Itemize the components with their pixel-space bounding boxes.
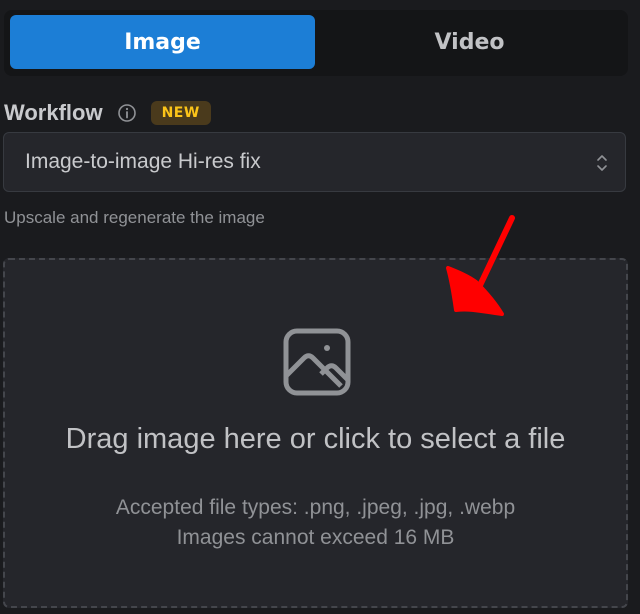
workflow-select-value: Image-to-image Hi-res fix (25, 150, 261, 173)
workflow-select[interactable]: Image-to-image Hi-res fix (3, 132, 626, 192)
tab-video[interactable]: Video (317, 15, 622, 69)
file-size-limit: Images cannot exceed 16 MB (176, 526, 455, 549)
workflow-header: Workflow NEW (4, 98, 211, 128)
dropzone-title: Drag image here or click to select a fil… (65, 423, 566, 455)
workflow-label: Workflow (4, 100, 103, 125)
generation-panel: Image Video Workflow NEW Image-to-image … (0, 0, 640, 614)
photo-icon (283, 328, 351, 396)
selector-chevrons-icon (597, 155, 607, 171)
workflow-description: Upscale and regenerate the image (4, 208, 265, 227)
info-circle-icon[interactable] (117, 103, 137, 123)
new-badge: NEW (150, 101, 211, 125)
media-type-tabs: Image Video (4, 10, 628, 76)
image-dropzone[interactable]: Drag image here or click to select a fil… (3, 258, 628, 608)
accepted-file-types: Accepted file types: .png, .jpeg, .jpg, … (115, 496, 516, 519)
tab-image[interactable]: Image (10, 15, 315, 69)
